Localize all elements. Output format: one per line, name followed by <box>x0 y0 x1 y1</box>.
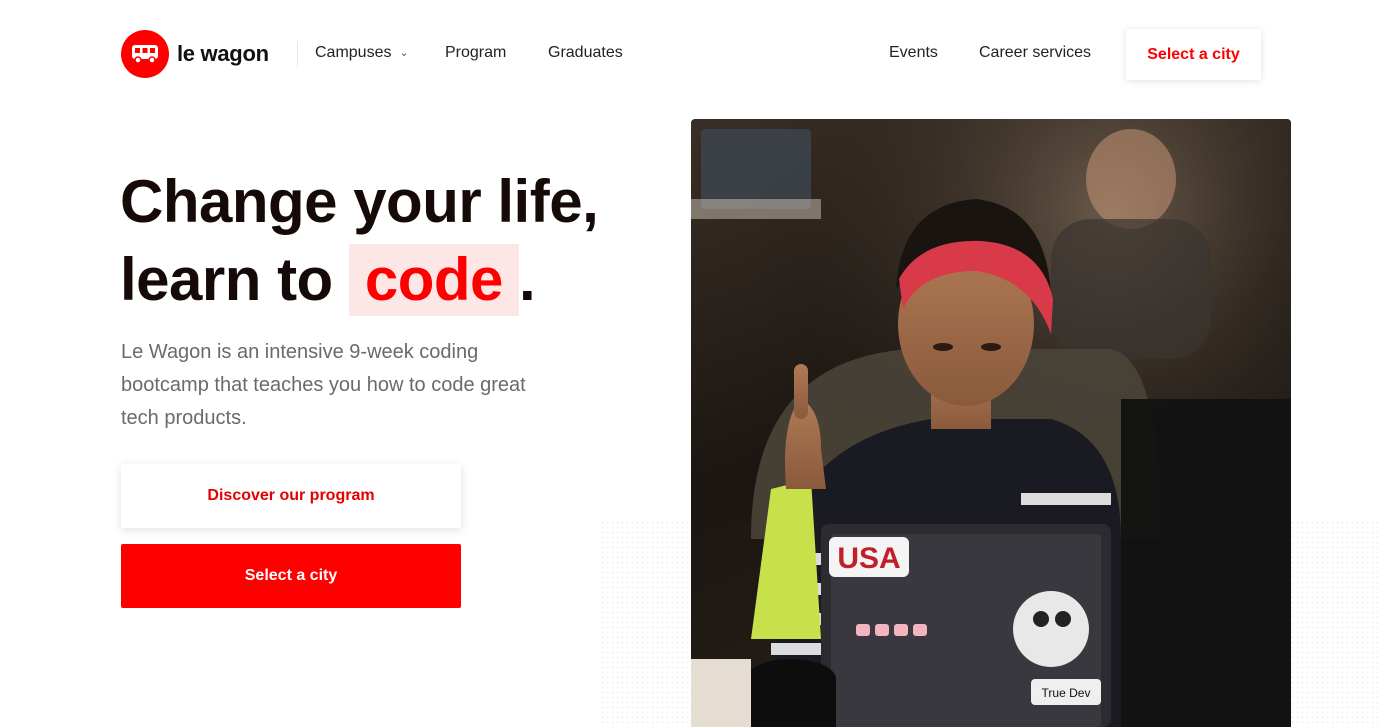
select-city-nav-button[interactable]: Select a city <box>1126 29 1261 80</box>
nav-link-label: Campuses <box>315 44 392 61</box>
nav-link-career-services[interactable]: Career services <box>979 44 1091 62</box>
nav-link-program[interactable]: Program <box>445 44 506 62</box>
hero-title-prefix: learn to <box>120 246 333 313</box>
nav-link-campuses[interactable]: Campuses ⌄ <box>315 44 409 62</box>
hero-title-line-2: learn to code. <box>120 241 680 319</box>
select-city-button[interactable]: Select a city <box>121 544 461 608</box>
hero-title-highlight: code <box>348 244 519 316</box>
bus-icon <box>121 30 169 78</box>
hero-description: Le Wagon is an intensive 9-week coding b… <box>121 341 526 429</box>
hero-title: Change your life, learn to code. <box>120 163 680 319</box>
nav-divider <box>297 41 298 67</box>
brand-logo[interactable]: le wagon <box>121 30 269 78</box>
hero-photo: USA True Dev <box>691 119 1291 727</box>
student-coding-illustration: USA True Dev <box>691 119 1291 727</box>
nav-link-events[interactable]: Events <box>889 44 938 62</box>
discover-program-button[interactable]: Discover our program <box>121 464 461 528</box>
hero-title-line-1: Change your life, <box>120 168 599 235</box>
hero-title-period: . <box>518 246 536 313</box>
laptop-sticker-text: True Dev <box>1042 686 1091 700</box>
nav-link-graduates[interactable]: Graduates <box>548 44 623 62</box>
chevron-down-icon: ⌄ <box>399 47 409 59</box>
brand-name: le wagon <box>177 41 269 66</box>
laptop-sticker-usa: USA <box>837 542 900 575</box>
navbar: le wagon Campuses ⌄ Program Graduates Eve… <box>0 0 1379 108</box>
